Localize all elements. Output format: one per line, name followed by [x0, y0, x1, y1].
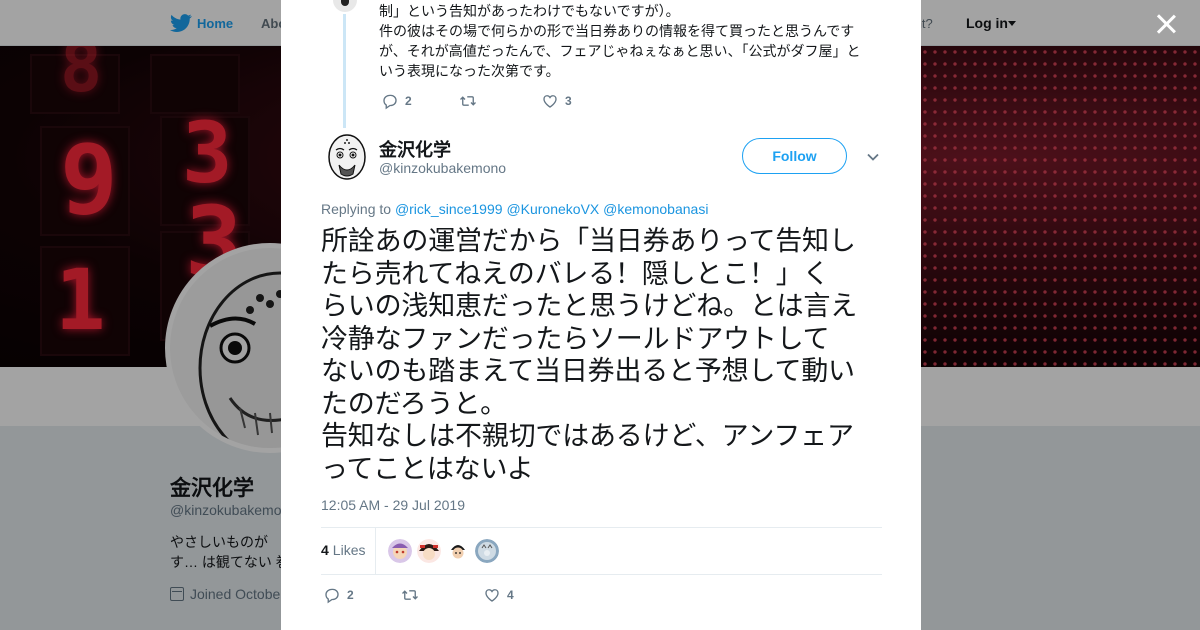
reply-count: 2: [347, 588, 354, 602]
tweet-text-line: ないのも踏まえて当日券出ると予想して動い: [321, 356, 855, 387]
liker-avatar[interactable]: [475, 539, 499, 563]
tweet-text: 所詮あの運営だから「当日券ありって告知し たら売れてねえのバレる！隠しとこ！」く…: [321, 226, 883, 486]
likes-stat[interactable]: 4 Likes: [321, 542, 365, 558]
like-button[interactable]: 4: [483, 586, 514, 604]
mention-link[interactable]: @rick_since1999: [395, 201, 503, 217]
likes-label: Likes: [332, 542, 366, 558]
author-avatar[interactable]: [321, 129, 373, 181]
tweet-text-line: 所詮あの運営だから「当日券ありって告知し: [321, 226, 856, 257]
replying-prefix: Replying to: [321, 201, 392, 217]
previous-tweet-line: 制」という告知があったわけでもないですが）。: [379, 3, 680, 19]
author-handle[interactable]: @kinzokubakemono: [379, 160, 506, 176]
tweet-text-line: ってことはないよ: [321, 453, 534, 485]
tweet-text-line: 冷静なファンだったらソールドアウトして: [321, 323, 830, 355]
thread-connector-line: [343, 14, 346, 128]
author-name[interactable]: 金沢化学: [379, 136, 451, 162]
tweet-permalink-modal: 制」という告知があったわけでもないですが）。 件の彼はその場で何らかの形で当日券…: [281, 0, 921, 630]
previous-tweet-line: 件の彼はその場で何らかの形で当日券ありの情報を得て買ったと思うんです: [379, 23, 855, 39]
retweet-icon: [402, 590, 418, 600]
tweet-text-line: たのだろうと。: [321, 388, 507, 420]
heart-icon: [543, 95, 557, 108]
heart-icon: [485, 589, 499, 602]
tweet-text-line: らいの浅知恵だったと思うけどね。とは言え: [321, 291, 857, 322]
liker-avatar[interactable]: [417, 539, 441, 563]
previous-tweet-avatar[interactable]: [333, 0, 357, 12]
likes-count: 4: [321, 542, 329, 558]
retweet-button[interactable]: [459, 92, 541, 110]
mention-link[interactable]: @KuronekoVX: [506, 201, 599, 217]
tweet-actions: 2 4: [323, 586, 514, 604]
replying-to: Replying to @rick_since1999 @KuronekoVX …: [321, 201, 708, 217]
follow-button[interactable]: Follow: [742, 138, 847, 174]
reply-icon: [383, 94, 397, 110]
mention-link[interactable]: @kemonobanasi: [603, 201, 708, 217]
liker-avatar-image: [475, 539, 499, 563]
previous-tweet-text: 制」という告知があったわけでもないですが）。 件の彼はその場で何らかの形で当日券…: [379, 1, 874, 81]
tweet-stats: 4 Likes: [321, 527, 882, 575]
tweet-text-line: たら売れてねえのバレる！隠しとこ！」く: [321, 258, 830, 290]
liker-avatar-image: [388, 539, 412, 563]
like-count: 4: [507, 588, 514, 602]
close-icon[interactable]: [1152, 10, 1180, 38]
tweet-text-line: 告知なしは不親切ではあるけど、アンフェア: [321, 421, 854, 452]
previous-tweet-actions: 2 3: [381, 92, 572, 110]
retweet-button[interactable]: [401, 586, 483, 604]
liker-avatar[interactable]: [388, 539, 412, 563]
previous-tweet-line: いう表現になった次第です。: [379, 63, 560, 79]
stats-divider: [375, 528, 376, 574]
liker-avatar-image: [417, 539, 441, 563]
like-count: 3: [565, 94, 572, 108]
face-drawing: [328, 134, 366, 180]
reply-button[interactable]: 2: [381, 92, 459, 110]
liker-avatar-image: [446, 539, 470, 563]
retweet-icon: [460, 96, 476, 106]
previous-tweet-line: が、それが高値だったんで、フェアじゃねぇなぁと思い、「公式がダフ屋」と: [379, 43, 861, 59]
reply-count: 2: [405, 94, 412, 108]
like-button[interactable]: 3: [541, 92, 572, 110]
tweet-timestamp[interactable]: 12:05 AM - 29 Jul 2019: [321, 497, 465, 513]
chevron-down-icon[interactable]: [866, 150, 880, 164]
reply-icon: [325, 588, 339, 604]
liker-avatar[interactable]: [446, 539, 470, 563]
reply-button[interactable]: 2: [323, 586, 401, 604]
